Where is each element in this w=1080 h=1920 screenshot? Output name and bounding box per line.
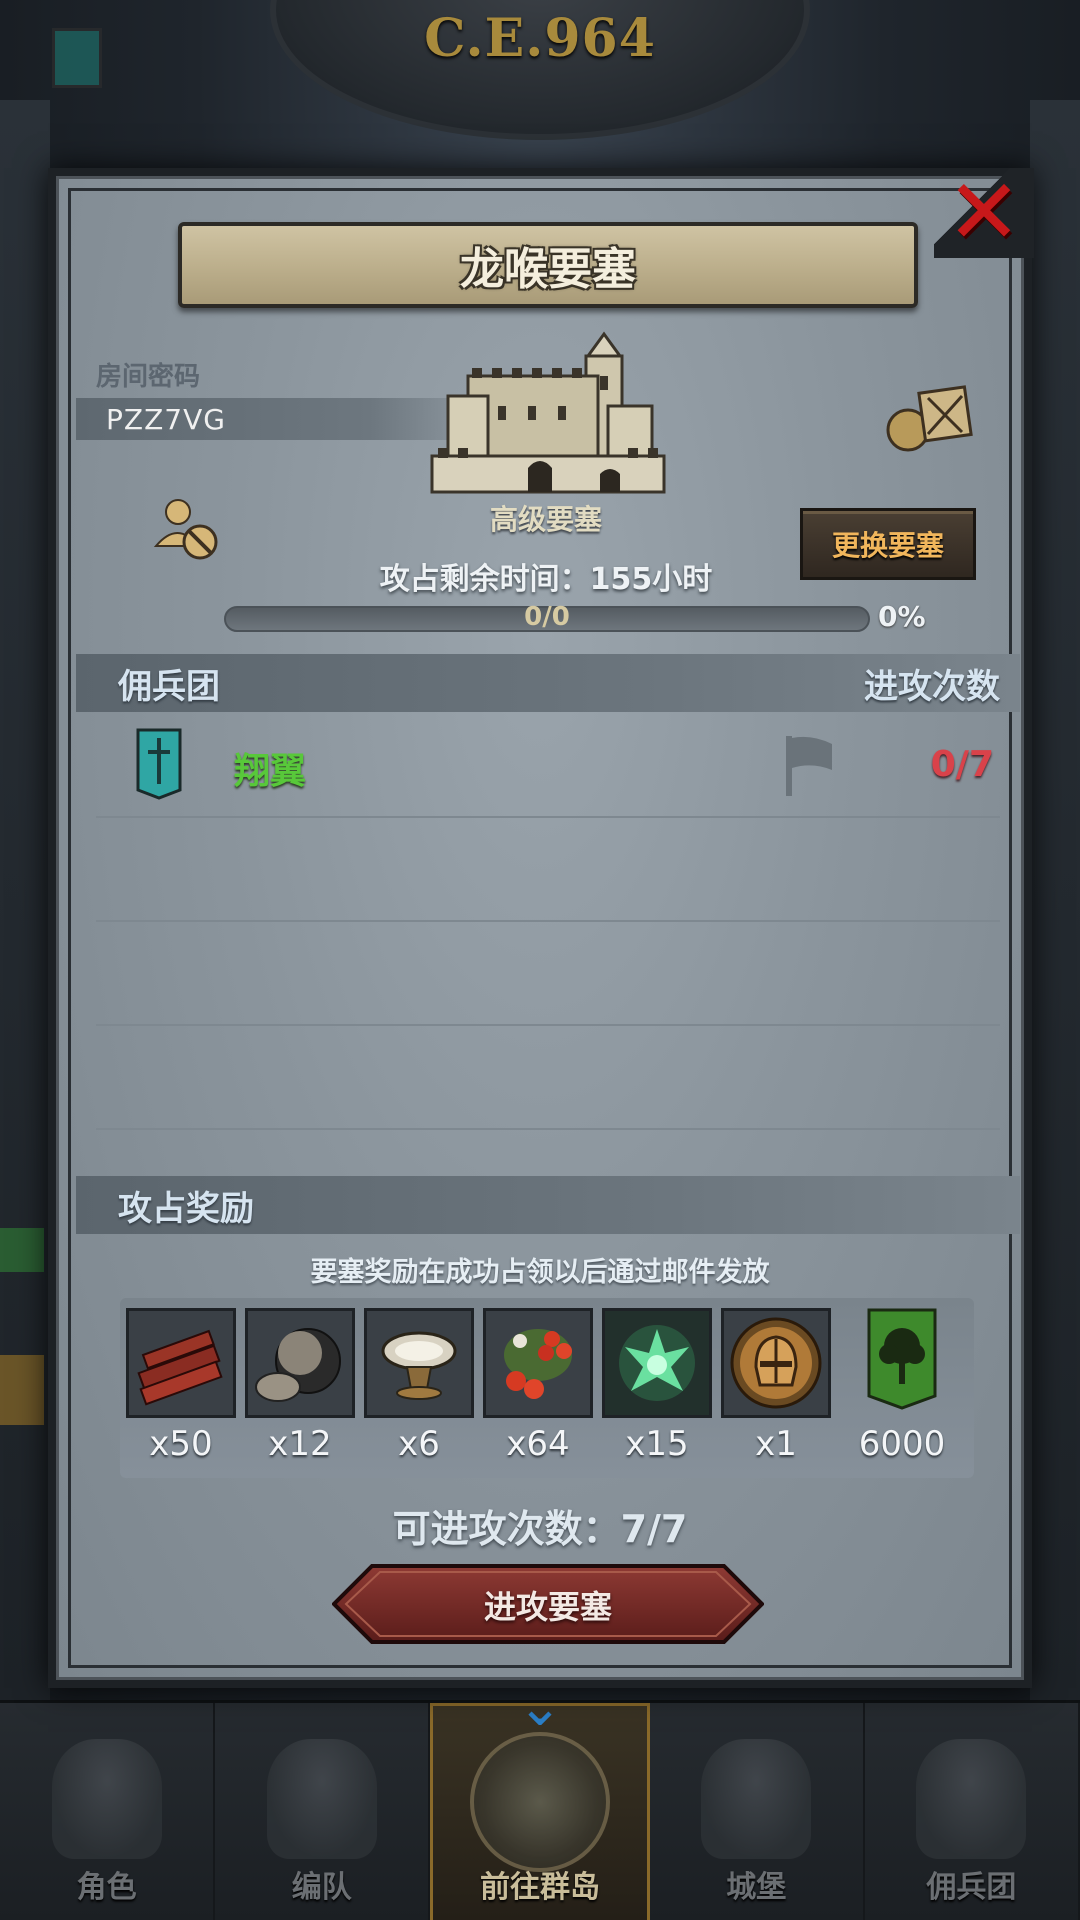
room-code: PZZ7VG xyxy=(106,402,226,436)
attack-fortress-label: 进攻要塞 xyxy=(483,1588,612,1626)
guild-row[interactable]: 翔翼 0/7 xyxy=(96,714,1000,818)
reward-qty: 6000 xyxy=(858,1424,946,1464)
guild-attack-count: 0/7 xyxy=(930,744,994,785)
mercenary-header: 佣兵团 进攻次数 xyxy=(76,654,1020,712)
remaining-time: 攻占剩余时间：155小时 xyxy=(379,562,713,597)
character-icon xyxy=(51,1739,162,1859)
fortress-icon xyxy=(430,331,666,494)
mercenary-label: 佣兵团 xyxy=(118,666,220,707)
change-fortress-button[interactable]: 更换要塞 xyxy=(800,508,976,580)
nav-label: 前往群岛 xyxy=(480,1870,600,1905)
attacks-available: 可进攻次数：7/7 xyxy=(392,1507,688,1551)
attack-fortress-button[interactable]: 进攻要塞 xyxy=(332,1564,764,1644)
reward-qty: x64 xyxy=(506,1424,570,1464)
bottom-nav: 角色 编队 ⌄ 前往群岛 城堡 佣兵团 xyxy=(0,1680,1080,1920)
formation-icon xyxy=(266,1739,377,1859)
reward-strip: x50 x12 x6 x64 x15 x1 6000 xyxy=(120,1298,974,1478)
nav-label: 角色 xyxy=(76,1870,137,1905)
reward-title: 攻占奖励 xyxy=(118,1188,254,1229)
title-scroll: 龙喉要塞 xyxy=(178,222,918,308)
reward-item[interactable]: x1 xyxy=(721,1308,831,1464)
reward-qty: x12 xyxy=(268,1424,332,1464)
castle-nav-icon xyxy=(701,1739,812,1859)
nav-item-mercenary[interactable]: 佣兵团 xyxy=(865,1703,1080,1920)
nav-item-castle[interactable]: 城堡 xyxy=(650,1703,865,1920)
nav-item-character[interactable]: 角色 xyxy=(0,1703,216,1920)
reward-qty: x1 xyxy=(755,1424,797,1464)
left-gold-tab-icon[interactable] xyxy=(0,1355,44,1425)
chevron-down-icon: ⌄ xyxy=(517,1675,563,1738)
reward-item[interactable]: x12 xyxy=(245,1308,355,1464)
close-icon: ✕ xyxy=(946,160,1022,265)
close-button[interactable]: ✕ xyxy=(934,168,1034,258)
user-blocked-icon[interactable] xyxy=(152,494,222,564)
right-side-panel xyxy=(1030,100,1080,1700)
tree-banner-icon xyxy=(842,1308,962,1418)
flag-icon xyxy=(786,736,832,796)
reward-note: 要塞奖励在成功占领以后通过邮件发放 xyxy=(310,1257,770,1288)
nav-label: 编队 xyxy=(291,1870,352,1905)
reward-item[interactable]: x64 xyxy=(483,1308,593,1464)
supplies-icon[interactable] xyxy=(884,378,976,452)
reward-header: 攻占奖励 xyxy=(76,1176,1020,1234)
silver-bowl-icon xyxy=(364,1308,474,1418)
progress-percent: 0% xyxy=(878,600,926,633)
wood-logs-icon xyxy=(126,1308,236,1418)
modal-title: 龙喉要塞 xyxy=(460,244,636,295)
ore-rock-icon xyxy=(245,1308,355,1418)
reward-item[interactable]: x6 xyxy=(364,1308,474,1464)
left-side-panel xyxy=(0,100,50,1700)
fortress-level: 高级要塞 xyxy=(489,503,602,536)
reward-qty: x50 xyxy=(149,1424,213,1464)
red-berries-icon xyxy=(483,1308,593,1418)
fortress-modal: ✕ 龙喉要塞 房间密码 PZZ7VG 高级要塞 更换要塞 攻占剩余时间：155小… xyxy=(48,168,1034,1688)
guild-name: 翔翼 xyxy=(234,751,307,792)
reward-item[interactable]: x15 xyxy=(602,1308,712,1464)
change-fortress-label: 更换要塞 xyxy=(831,529,944,562)
empty-row xyxy=(96,922,1000,1026)
reward-qty: x6 xyxy=(398,1424,440,1464)
nav-label: 佣兵团 xyxy=(926,1870,1017,1905)
green-spirit-icon xyxy=(602,1308,712,1418)
attack-count-label: 进攻次数 xyxy=(864,666,1000,707)
left-green-tab-icon[interactable] xyxy=(0,1228,44,1272)
nav-item-formation[interactable]: 编队 xyxy=(215,1703,431,1920)
empty-row xyxy=(96,1026,1000,1130)
empty-row xyxy=(96,818,1000,922)
reward-item[interactable]: x50 xyxy=(126,1308,236,1464)
reward-qty: x15 xyxy=(625,1424,689,1464)
nav-label: 城堡 xyxy=(726,1870,787,1905)
guild-banner-icon xyxy=(136,728,182,800)
nav-item-islands[interactable]: ⌄ 前往群岛 xyxy=(430,1680,650,1920)
progress-text: 0/0 xyxy=(524,602,570,632)
mercenary-nav-icon xyxy=(916,1739,1027,1859)
knight-helmet-icon xyxy=(721,1308,831,1418)
era-label: C.E.964 xyxy=(424,8,656,69)
world-map-icon xyxy=(470,1732,610,1872)
reward-item[interactable]: 6000 xyxy=(842,1308,962,1464)
room-password-label: 房间密码 xyxy=(96,362,201,392)
top-left-emblem-icon[interactable] xyxy=(52,28,102,88)
